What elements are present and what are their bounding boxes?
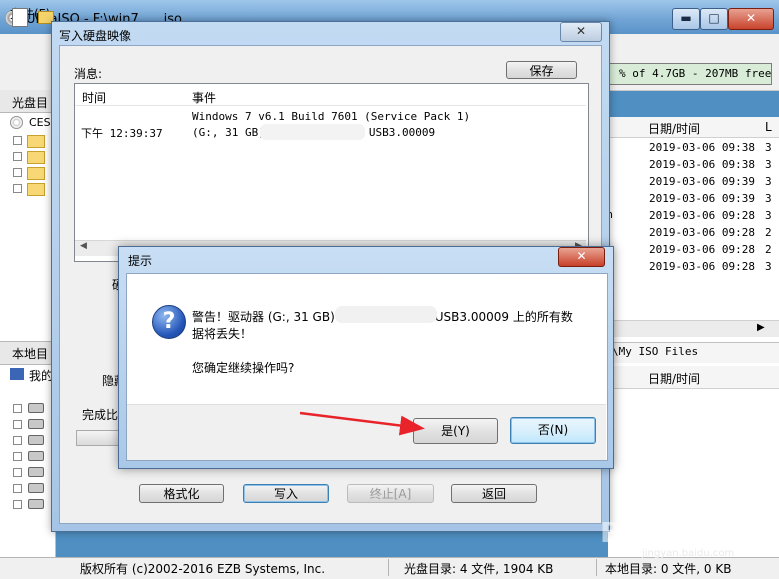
cd-dir-title: 光盘目 xyxy=(12,96,49,110)
warning-prefix: 警告！驱动器 (G:, 31 GB) xyxy=(192,310,335,324)
log-column-time[interactable]: 时间 xyxy=(82,89,106,106)
prompt-close-button[interactable]: ✕ xyxy=(558,247,605,267)
close-window-button[interactable]: ✕ xyxy=(728,8,774,30)
file-row-suffix: 3 xyxy=(765,158,772,171)
tree-expand-icon[interactable] xyxy=(13,136,22,145)
log-header xyxy=(75,84,586,106)
local-path: \My ISO Files xyxy=(612,345,699,358)
drive-icon[interactable] xyxy=(28,467,44,477)
folder-icon[interactable] xyxy=(27,167,45,180)
status-divider xyxy=(596,559,597,576)
file-row-suffix: 3 xyxy=(765,141,772,154)
file-row-datetime[interactable]: 2019-03-06 09:39 xyxy=(649,192,755,205)
log-entry-time: 下午 12:39:37 xyxy=(81,127,163,140)
file-row-datetime[interactable]: 2019-03-06 09:38 xyxy=(649,141,755,154)
yes-button[interactable]: 是(Y) xyxy=(413,418,498,444)
abort-button[interactable]: 终止[A] xyxy=(347,484,434,503)
warning-suffix: USB3.00009 上的所有数 xyxy=(434,310,573,324)
minimize-button[interactable]: ▬ xyxy=(672,8,700,30)
file-row-datetime[interactable]: 2019-03-06 09:28 xyxy=(649,209,755,222)
file-row-datetime[interactable]: 2019-03-06 09:28 xyxy=(649,226,755,239)
status-divider xyxy=(388,559,389,576)
tree-expand-icon[interactable] xyxy=(13,500,22,509)
folder-icon[interactable] xyxy=(27,151,45,164)
cd-root-label[interactable]: CES xyxy=(29,116,51,129)
folder-icon[interactable] xyxy=(27,135,45,148)
write-button[interactable]: 写入 xyxy=(243,484,329,503)
maximize-button[interactable]: □ xyxy=(700,8,728,30)
file-row-suffix: 3 xyxy=(765,175,772,188)
file-row-suffix: 2 xyxy=(765,226,772,239)
file-row-suffix: 3 xyxy=(765,209,772,222)
file-row-suffix: 2 xyxy=(765,243,772,256)
file-row-suffix: 3 xyxy=(765,260,772,273)
column-datetime-local[interactable]: 日期/时间 xyxy=(648,370,700,387)
log-drive-suffix: USB3.00009 xyxy=(368,126,436,139)
format-button[interactable]: 格式化 xyxy=(139,484,224,503)
tree-expand-icon[interactable] xyxy=(13,468,22,477)
tree-expand-icon[interactable] xyxy=(13,404,22,413)
write-dialog-title: 写入硬盘映像 xyxy=(59,29,132,43)
scroll-left-icon[interactable]: ◀ xyxy=(80,241,87,251)
completion-label: 完成比 xyxy=(82,408,119,422)
column-datetime[interactable]: 日期/时间 xyxy=(648,120,700,137)
capacity-text: % of 4.7GB - 207MB free xyxy=(619,67,772,80)
message-label: 消息: xyxy=(74,67,103,81)
svg-text:Bai: Bai xyxy=(600,516,650,549)
tree-expand-icon[interactable] xyxy=(13,484,22,493)
redacted-region xyxy=(260,124,365,140)
tree-expand-icon[interactable] xyxy=(13,452,22,461)
tree-expand-icon[interactable] xyxy=(13,420,22,429)
save-log-button[interactable]: 保存 xyxy=(506,61,577,79)
local-root-label[interactable]: 我的 xyxy=(29,367,53,384)
new-file-icon[interactable] xyxy=(12,8,28,27)
confirm-question: 您确定继续操作吗? xyxy=(192,361,295,375)
folder-icon[interactable] xyxy=(27,183,45,196)
computer-icon xyxy=(10,368,24,380)
scroll-right-icon[interactable]: ▶ xyxy=(757,322,765,333)
file-row-datetime[interactable]: 2019-03-06 09:39 xyxy=(649,175,755,188)
redacted-region xyxy=(335,306,437,323)
horizontal-scrollbar[interactable] xyxy=(608,320,779,337)
log-entry-event: Windows 7 v6.1 Build 7601 (Service Pack … xyxy=(192,110,471,123)
status-copyright: 版权所有 (c)2002-2016 EZB Systems, Inc. xyxy=(80,562,326,576)
tree-expand-icon[interactable] xyxy=(13,436,22,445)
log-column-event[interactable]: 事件 xyxy=(192,89,216,106)
drive-icon[interactable] xyxy=(28,419,44,429)
write-dialog-close-button[interactable]: ✕ xyxy=(560,22,602,42)
drive-icon[interactable] xyxy=(28,499,44,509)
no-button[interactable]: 否(N) xyxy=(510,417,596,444)
file-row-datetime[interactable]: 2019-03-06 09:28 xyxy=(649,243,755,256)
drive-icon[interactable] xyxy=(28,435,44,445)
capacity-meter: % of 4.7GB - 207MB free xyxy=(604,63,772,85)
log-drive-prefix: (G:, 31 GB) xyxy=(192,126,265,139)
drive-icon[interactable] xyxy=(28,483,44,493)
tree-expand-icon[interactable] xyxy=(13,184,22,193)
file-row-datetime[interactable]: 2019-03-06 09:28 xyxy=(649,260,755,273)
file-row-datetime[interactable]: 2019-03-06 09:38 xyxy=(649,158,755,171)
drive-icon[interactable] xyxy=(28,451,44,461)
question-icon: ? xyxy=(152,305,186,339)
warning-message-line2: 据将丢失！ xyxy=(192,327,253,341)
watermark-url: jingyan.baidu.com xyxy=(642,548,735,559)
svg-text:经验: 经验 xyxy=(680,523,720,547)
cd-disc-icon xyxy=(10,116,23,129)
prompt-title: 提示 xyxy=(128,254,153,268)
column-l[interactable]: L xyxy=(765,120,772,134)
status-local-dir: 本地目录: 0 文件, 0 KB xyxy=(605,562,732,576)
file-row-suffix: 3 xyxy=(765,192,772,205)
status-cd-dir: 光盘目录: 4 文件, 1904 KB xyxy=(404,562,554,576)
drive-icon[interactable] xyxy=(28,403,44,413)
tree-expand-icon[interactable] xyxy=(13,168,22,177)
tree-expand-icon[interactable] xyxy=(13,152,22,161)
local-dir-title: 本地目 xyxy=(12,347,49,361)
return-button[interactable]: 返回 xyxy=(451,484,537,503)
